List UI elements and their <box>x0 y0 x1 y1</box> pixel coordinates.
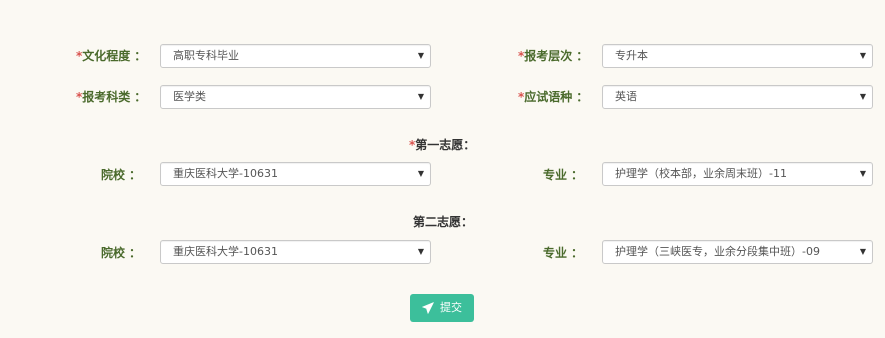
category-select[interactable]: 医学类 ▼ <box>160 85 431 109</box>
chevron-down-icon: ▼ <box>859 92 866 101</box>
language-label: *应试语种： <box>518 90 589 104</box>
first-choice-title: *第一志愿： <box>409 138 476 152</box>
second-school-select-value: 重庆医科大学-10631 <box>173 245 278 258</box>
education-select-value: 高职专科毕业 <box>173 49 239 62</box>
language-select[interactable]: 英语 ▼ <box>602 85 873 109</box>
first-school-label: 院校： <box>101 168 142 182</box>
second-school-select[interactable]: 重庆医科大学-10631 ▼ <box>160 240 431 264</box>
second-major-select[interactable]: 护理学（三峡医专，业余分段集中班）-09 ▼ <box>602 240 873 264</box>
first-major-select-value: 护理学（校本部，业余周末班）-11 <box>615 167 787 180</box>
category-select-value: 医学类 <box>173 90 206 103</box>
submit-label: 提交 <box>440 301 462 314</box>
second-major-label: 专业： <box>543 246 584 260</box>
chevron-down-icon: ▼ <box>417 92 424 101</box>
first-major-select[interactable]: 护理学（校本部，业余周末班）-11 ▼ <box>602 162 873 186</box>
first-school-select[interactable]: 重庆医科大学-10631 ▼ <box>160 162 431 186</box>
second-choice-title: 第二志愿： <box>413 215 474 229</box>
second-major-select-value: 护理学（三峡医专，业余分段集中班）-09 <box>615 245 820 258</box>
enrollment-form: *文化程度： 高职专科毕业 ▼ *报考层次： 专升本 ▼ *报考科类： 医学类 … <box>0 0 885 338</box>
level-select-value: 专升本 <box>615 49 648 62</box>
level-label: *报考层次： <box>518 49 589 63</box>
language-select-value: 英语 <box>615 90 637 103</box>
send-icon <box>422 302 434 314</box>
chevron-down-icon: ▼ <box>859 247 866 256</box>
chevron-down-icon: ▼ <box>859 169 866 178</box>
chevron-down-icon: ▼ <box>417 169 424 178</box>
first-major-label: 专业： <box>543 168 584 182</box>
level-select[interactable]: 专升本 ▼ <box>602 44 873 68</box>
second-school-label: 院校： <box>101 246 142 260</box>
education-label: *文化程度： <box>76 49 147 63</box>
chevron-down-icon: ▼ <box>859 51 866 60</box>
first-school-select-value: 重庆医科大学-10631 <box>173 167 278 180</box>
submit-button[interactable]: 提交 <box>410 294 474 322</box>
chevron-down-icon: ▼ <box>417 51 424 60</box>
category-label: *报考科类： <box>76 90 147 104</box>
education-select[interactable]: 高职专科毕业 ▼ <box>160 44 431 68</box>
chevron-down-icon: ▼ <box>417 247 424 256</box>
